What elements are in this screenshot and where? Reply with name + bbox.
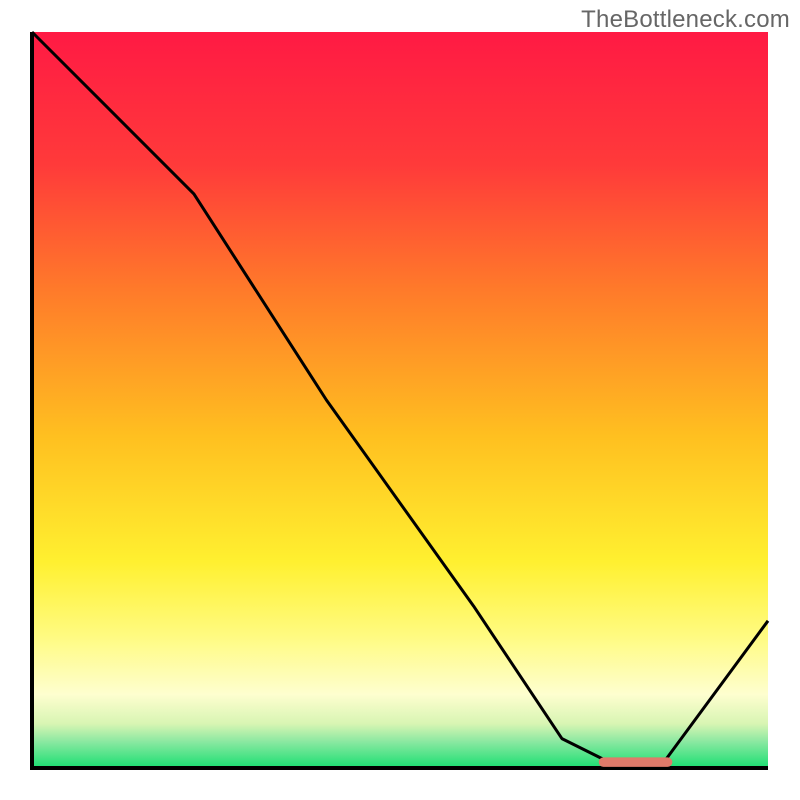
bottleneck-chart: [0, 0, 800, 800]
minimum-marker: [599, 757, 673, 767]
watermark-text: TheBottleneck.com: [581, 6, 790, 34]
